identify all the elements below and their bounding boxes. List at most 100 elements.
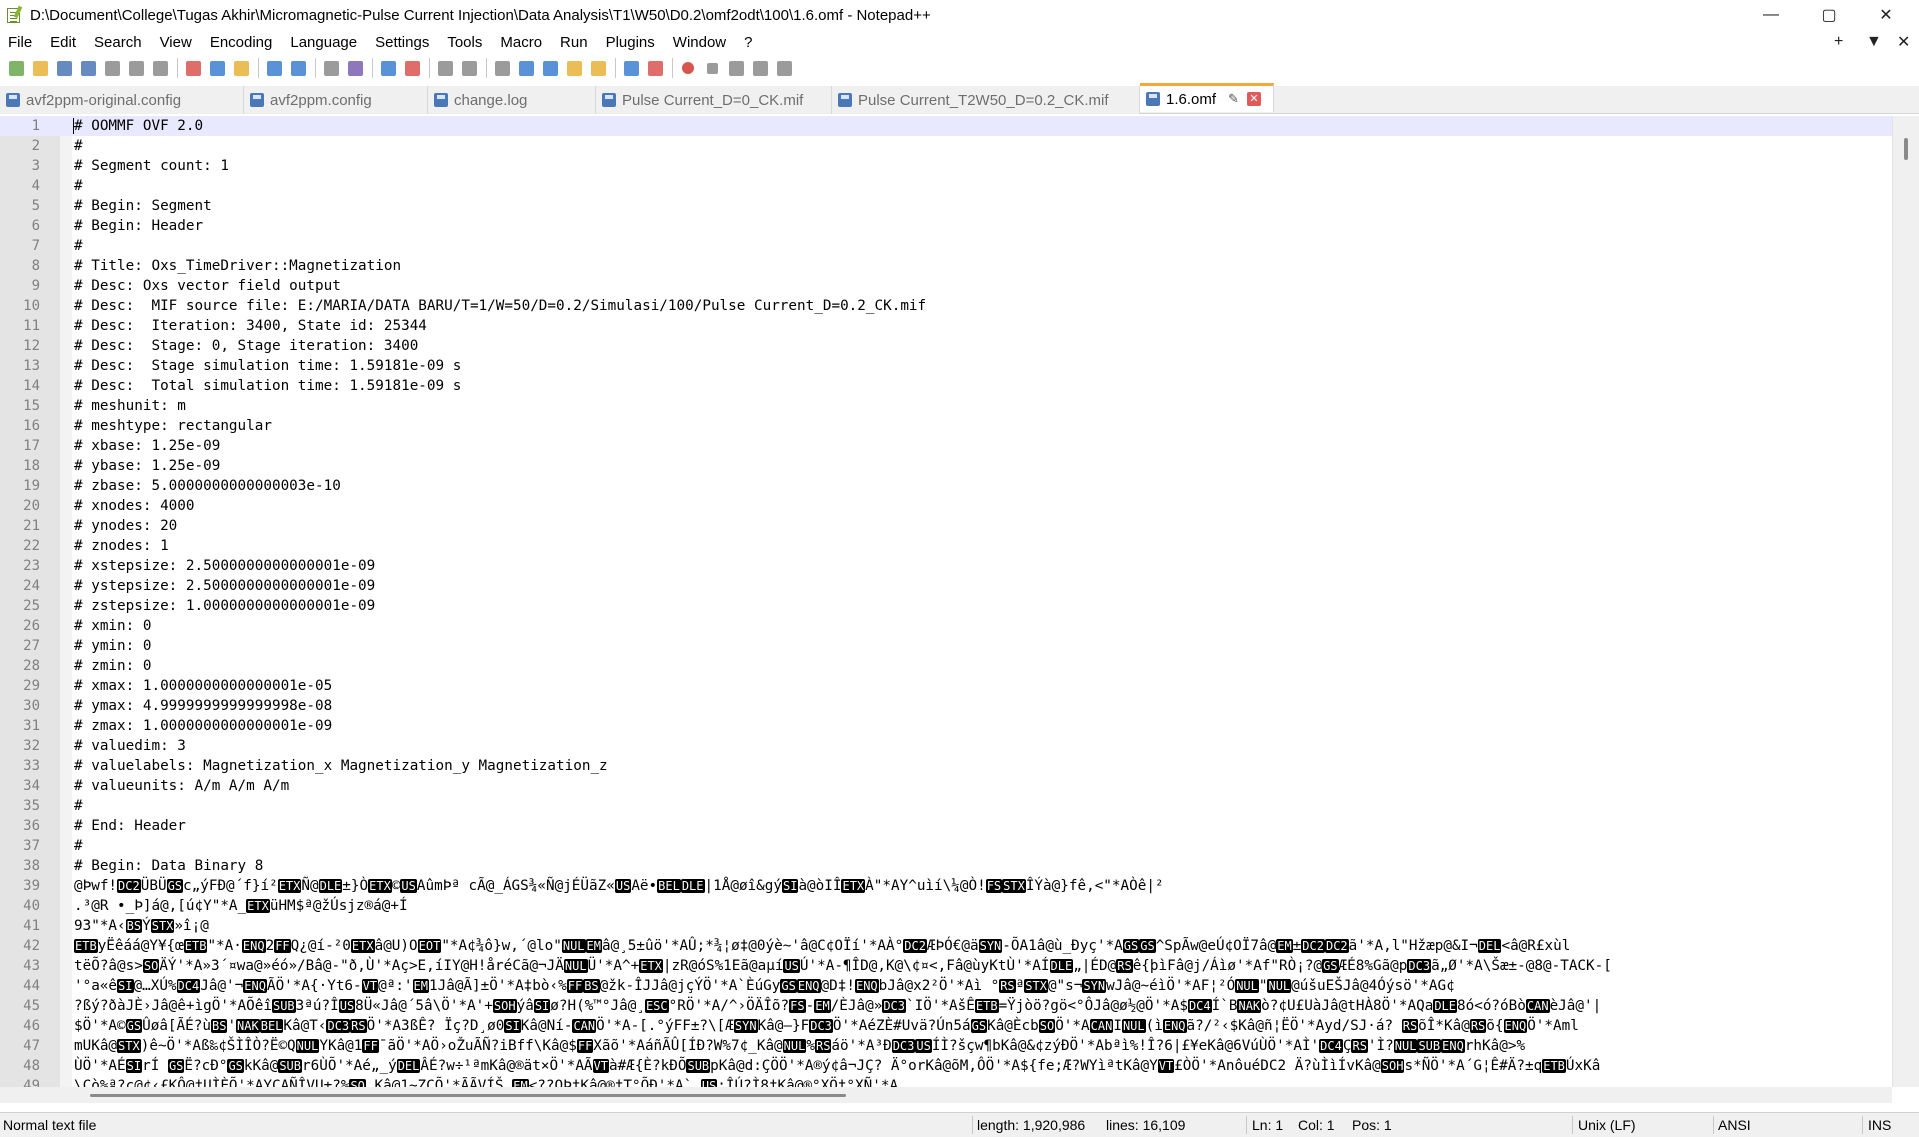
editor-line[interactable]: 37 # bbox=[0, 836, 1892, 856]
menu-plugins[interactable]: Plugins bbox=[597, 34, 664, 51]
close-tab-icon[interactable]: ✕ bbox=[1246, 92, 1261, 106]
editor-line[interactable]: 8 # Title: Oxs_TimeDriver::Magnetization bbox=[0, 256, 1892, 276]
editor-line[interactable]: 47 mUKâ@STX)ê~Ö'*Aß‰¢ŠÌÎÒ?Ë©QNULYKâ@1FF¯ã… bbox=[0, 1036, 1892, 1056]
sync-horizontal-icon[interactable] bbox=[459, 58, 479, 78]
monitoring-icon[interactable] bbox=[645, 58, 665, 78]
vertical-scrollbar[interactable] bbox=[1892, 116, 1919, 1087]
undo-icon[interactable] bbox=[264, 58, 284, 78]
editor-line[interactable]: 46 $Ö'*A©GSÛøâ[ÃÉ?ùBS'NAK BELKâ@T‹DC3 RSÖ'*… bbox=[0, 1016, 1892, 1036]
save-icon[interactable] bbox=[54, 58, 74, 78]
editor-line[interactable]: 38 # Begin: Data Binary 8 bbox=[0, 856, 1892, 876]
print-icon[interactable] bbox=[150, 58, 170, 78]
editor-line[interactable]: 12 # Desc: Stage: 0, Stage iteration: 340… bbox=[0, 336, 1892, 356]
menu-language[interactable]: Language bbox=[281, 34, 366, 51]
document-map-icon[interactable] bbox=[564, 58, 584, 78]
menu-tools[interactable]: Tools bbox=[438, 34, 491, 51]
horizontal-scroll-thumb[interactable] bbox=[90, 1094, 846, 1097]
zoom-in-icon[interactable] bbox=[378, 58, 398, 78]
editor-line[interactable]: 28 # zmin: 0 bbox=[0, 656, 1892, 676]
editor-line[interactable]: 7 # bbox=[0, 236, 1892, 256]
stop-macro-icon[interactable] bbox=[702, 58, 722, 78]
editor-line[interactable]: 42 ETByËêáá@Y¥{œETB"*A·ENQ2FFQ¿@í-²0ETXâ@… bbox=[0, 936, 1892, 956]
show-all-chars-icon[interactable] bbox=[516, 58, 536, 78]
find-icon[interactable] bbox=[321, 58, 341, 78]
indent-guide-icon[interactable] bbox=[540, 58, 560, 78]
close-document-icon[interactable]: ✕ bbox=[1897, 31, 1910, 53]
editor-line[interactable]: 2 # bbox=[0, 136, 1892, 156]
menu-search[interactable]: Search bbox=[85, 34, 151, 51]
paste-icon[interactable] bbox=[231, 58, 251, 78]
editor-line[interactable]: 20 # xnodes: 4000 bbox=[0, 496, 1892, 516]
editor-line[interactable]: 31 # zmax: 1.0000000000000001e-09 bbox=[0, 716, 1892, 736]
editor-line[interactable]: 48 ÙÖ'*AÉSIrÍ GSË?cÐ°GSkKâ@SUBr6ÙÕ'*Aé„_ý… bbox=[0, 1056, 1892, 1076]
tab-avf2ppm-original-config[interactable]: avf2ppm-original.config bbox=[0, 86, 244, 114]
tab-avf2ppm-config[interactable]: avf2ppm.config bbox=[244, 86, 428, 114]
editor-line[interactable]: 6 # Begin: Header bbox=[0, 216, 1892, 236]
zoom-out-icon[interactable] bbox=[402, 58, 422, 78]
menu-encoding[interactable]: Encoding bbox=[201, 34, 282, 51]
editor-line[interactable]: 44 '°a«êSI@…XÚ%DC4Jâ@'¬ENQÃÖ'*A{·Yt6-VT@ª… bbox=[0, 976, 1892, 996]
menu-edit[interactable]: Edit bbox=[41, 34, 85, 51]
cut-icon[interactable] bbox=[183, 58, 203, 78]
menu-macro[interactable]: Macro bbox=[491, 34, 551, 51]
word-wrap-icon[interactable] bbox=[492, 58, 512, 78]
editor-line[interactable]: 34 # valueunits: A/m A/m A/m bbox=[0, 776, 1892, 796]
vertical-scroll-thumb[interactable] bbox=[1904, 138, 1908, 160]
tab-pulse-current-t2w50-d-0-2-ck-mif[interactable]: Pulse Current_T2W50_D=0.2_CK.mif bbox=[832, 86, 1140, 114]
editor-line[interactable]: 25 # zstepsize: 1.0000000000000001e-09 bbox=[0, 596, 1892, 616]
tab-change-log[interactable]: change.log bbox=[428, 86, 596, 114]
replace-icon[interactable] bbox=[345, 58, 365, 78]
editor-line[interactable]: 10 # Desc: MIF source file: E:/MARIA/DATA… bbox=[0, 296, 1892, 316]
editor-line[interactable]: 41 93"*A‹BSÝSTX»î¡@ bbox=[0, 916, 1892, 936]
editor-line[interactable]: 45 ?ßý?ðàJÈ›Jâ@ê+ìgÖ'*AÕêîSUB3ªú?ÎUS8Ü«Jâ… bbox=[0, 996, 1892, 1016]
menu-settings[interactable]: Settings bbox=[366, 34, 438, 51]
record-macro-icon[interactable] bbox=[678, 58, 698, 78]
editor-line[interactable]: 15 # meshunit: m bbox=[0, 396, 1892, 416]
menu-view[interactable]: View bbox=[151, 34, 201, 51]
folder-workspace-icon[interactable] bbox=[621, 58, 641, 78]
editor-line[interactable]: 4 # bbox=[0, 176, 1892, 196]
new-file-icon[interactable] bbox=[6, 58, 26, 78]
editor-line[interactable]: 5 # Begin: Segment bbox=[0, 196, 1892, 216]
tab-1-6-omf[interactable]: 1.6.omf ✎ ✕ bbox=[1140, 83, 1274, 112]
new-tab-plus-icon[interactable]: + bbox=[1834, 31, 1843, 53]
editor-line[interactable]: 33 # valuelabels: Magnetization_x Magneti… bbox=[0, 756, 1892, 776]
close-window-button[interactable]: ✕ bbox=[1863, 0, 1909, 30]
menu-help[interactable]: ? bbox=[735, 34, 761, 51]
editor-line[interactable]: 43 tëÕ?â@s>SOÄÝ'*A»3´¤wa@»éó»/Bâ@-"ð,Ù'*A… bbox=[0, 956, 1892, 976]
editor-line[interactable]: 40 .³@R •_Þ]á@,[ú¢Y"*A_ETXüHM$ª@žÚsjz®á@+… bbox=[0, 896, 1892, 916]
editor-line[interactable]: 18 # ybase: 1.25e-09 bbox=[0, 456, 1892, 476]
menu-window[interactable]: Window bbox=[664, 34, 735, 51]
editor-line[interactable]: 14 # Desc: Total simulation time: 1.59181… bbox=[0, 376, 1892, 396]
play-macro-icon[interactable] bbox=[726, 58, 746, 78]
editor-line[interactable]: 22 # znodes: 1 bbox=[0, 536, 1892, 556]
editor-line[interactable]: 11 # Desc: Iteration: 3400, State id: 253… bbox=[0, 316, 1892, 336]
save-macro-icon[interactable] bbox=[774, 58, 794, 78]
tab-list-dropdown-icon[interactable]: ▼ bbox=[1866, 31, 1882, 53]
editor-line[interactable]: 1 # OOMMF OVF 2.0 bbox=[0, 116, 1892, 136]
editor-line[interactable]: 17 # xbase: 1.25e-09 bbox=[0, 436, 1892, 456]
sync-vertical-icon[interactable] bbox=[435, 58, 455, 78]
editor-line[interactable]: 49 \Cò%ª?ç@¢‹£KÔ@‡UÌÈÕ'*AYCAÑÎVU±?%SO Kâ@… bbox=[0, 1076, 1892, 1087]
editor-line[interactable]: 23 # xstepsize: 2.5000000000000001e-09 bbox=[0, 556, 1892, 576]
editor-line[interactable]: 39 @Þwf!DC2ÜBÜGSc„ýFÐ@´f}í²ETXÑ@DLE±}ÒETX… bbox=[0, 876, 1892, 896]
function-list-icon[interactable] bbox=[588, 58, 608, 78]
editor-line[interactable]: 26 # xmin: 0 bbox=[0, 616, 1892, 636]
editor-line[interactable]: 29 # xmax: 1.0000000000000001e-05 bbox=[0, 676, 1892, 696]
editor-line[interactable]: 3 # Segment count: 1 bbox=[0, 156, 1892, 176]
editor-line[interactable]: 24 # ystepsize: 2.5000000000000001e-09 bbox=[0, 576, 1892, 596]
minimize-button[interactable]: — bbox=[1748, 0, 1794, 30]
editor-line[interactable]: 35 # bbox=[0, 796, 1892, 816]
editor-line[interactable]: 21 # ynodes: 20 bbox=[0, 516, 1892, 536]
close-icon[interactable] bbox=[102, 58, 122, 78]
editor-line[interactable]: 27 # ymin: 0 bbox=[0, 636, 1892, 656]
editor-line[interactable]: 32 # valuedim: 3 bbox=[0, 736, 1892, 756]
close-all-icon[interactable] bbox=[126, 58, 146, 78]
menu-file[interactable]: File bbox=[0, 34, 41, 51]
horizontal-scrollbar[interactable] bbox=[0, 1087, 1892, 1103]
menu-run[interactable]: Run bbox=[551, 34, 597, 51]
tab-pulse-current-d-0-ck-mif[interactable]: Pulse Current_D=0_CK.mif bbox=[596, 86, 832, 114]
copy-icon[interactable] bbox=[207, 58, 227, 78]
text-editor[interactable]: 1 # OOMMF OVF 2.0 2 #3 # Segment count: 1 4 #5… bbox=[0, 116, 1919, 1087]
editor-line[interactable]: 30 # ymax: 4.9999999999999998e-08 bbox=[0, 696, 1892, 716]
